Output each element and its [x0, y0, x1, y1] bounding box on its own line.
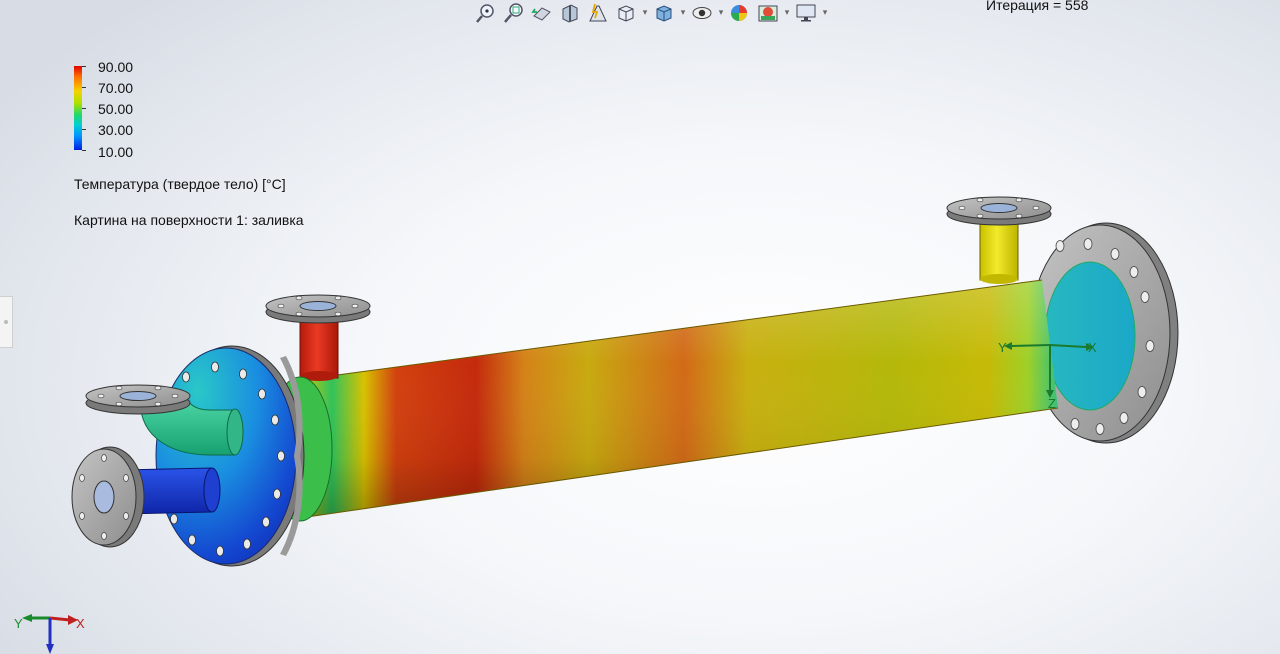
left-channel-head [155, 345, 333, 567]
local-z-label: Z [1048, 396, 1056, 411]
triad-y-label: Y [14, 616, 23, 631]
shell-body [299, 279, 1059, 519]
local-y-label: Y [998, 340, 1007, 355]
outlet-nozzle [946, 196, 1052, 284]
triad-x-label: X [76, 616, 85, 631]
heat-exchanger-model[interactable]: X Y Z [0, 0, 1280, 654]
local-x-label: X [1088, 340, 1097, 355]
reference-triad: X Y [14, 614, 85, 654]
hot-inlet-nozzle [265, 294, 371, 381]
